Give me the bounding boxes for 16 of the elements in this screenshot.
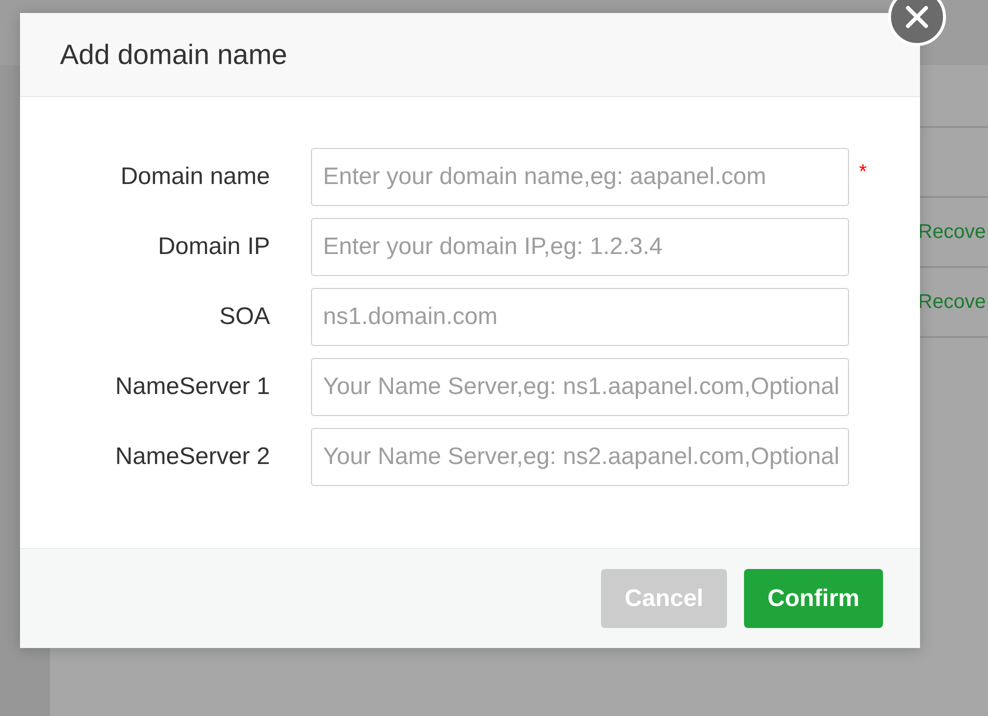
field-label: NameServer 1 xyxy=(114,373,270,401)
required-mark: * xyxy=(859,162,867,182)
dialog-title: Add domain name xyxy=(60,38,288,70)
field-label: Domain IP xyxy=(156,233,270,261)
action-link[interactable]: Recove xyxy=(918,220,986,244)
field-label: Domain name xyxy=(120,163,270,191)
input-field[interactable]: Your Name Server,eg: ns2.aapanel.com,Optional xyxy=(311,428,849,486)
field-label: SOA xyxy=(218,303,270,331)
close-button[interactable] xyxy=(888,0,946,46)
field-label: NameServer 2 xyxy=(114,443,270,471)
confirm-button[interactable]: Confirm xyxy=(744,569,883,628)
input-field[interactable]: Enter your domain name,eg: aapanel.com xyxy=(311,148,849,206)
input-field[interactable]: ns1.domain.com xyxy=(311,288,849,346)
input-field[interactable]: Enter your domain IP,eg: 1.2.3.4 xyxy=(311,218,849,276)
input-field[interactable]: Your Name Server,eg: ns1.aapanel.com,Optional xyxy=(311,358,849,416)
action-link[interactable]: Recove xyxy=(918,290,986,314)
